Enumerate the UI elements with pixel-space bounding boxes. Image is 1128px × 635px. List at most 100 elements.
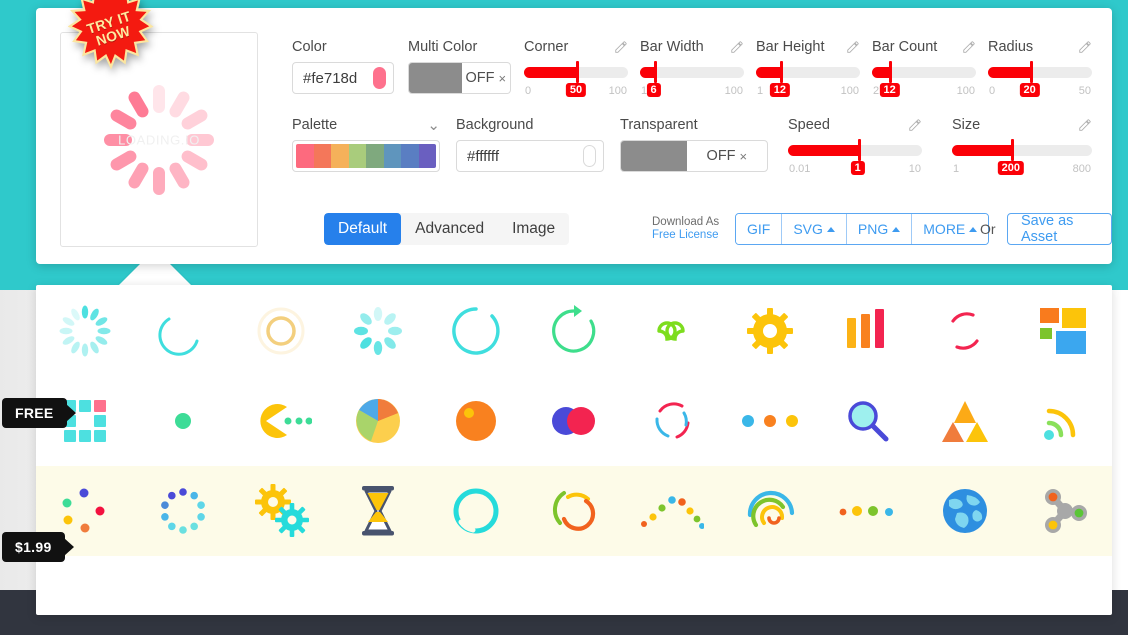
palette-color[interactable] [348,144,366,168]
gallery-item-fidget-spinner-icon[interactable] [1014,466,1112,556]
gallery-item-pie-chart-icon[interactable] [329,376,427,466]
pencil-icon[interactable] [846,40,860,54]
bar-count-handle[interactable] [888,61,892,83]
bar-count-slider[interactable] [872,61,976,83]
multi-color-knob[interactable] [409,63,462,93]
bar-height-min: 1 [757,85,764,97]
download-format-buttons[interactable]: GIF SVG PNG MORE [735,213,990,245]
tab-image[interactable]: Image [498,213,569,245]
gallery-item-two-gears-icon[interactable] [232,466,330,556]
bar-height-label: Bar Height [756,39,825,55]
gallery-item-double-ring-icon[interactable] [232,286,330,376]
size-fill [952,145,1011,156]
download-svg-button[interactable]: SVG [782,214,847,244]
gallery-item-dual-dashed-ring-icon[interactable] [623,376,721,466]
gallery-item-split-ring-icon[interactable] [916,286,1014,376]
gallery-item-gear-icon[interactable] [721,286,819,376]
bar-width-handle[interactable] [653,61,657,83]
price-tag: $1.99 [2,532,74,562]
mode-tabs[interactable]: Default Advanced Image [324,213,570,245]
gallery-item-orange-ball-icon[interactable] [427,376,525,466]
gallery-item-single-dot-icon[interactable] [134,376,232,466]
gallery-item-infinity-icon[interactable] [623,286,721,376]
background-swatch[interactable] [583,145,596,167]
gallery-item-bar-chart-icon[interactable] [819,286,917,376]
bar-height-handle[interactable] [779,61,783,83]
bar-count-fill [872,67,889,78]
background-input[interactable]: #ffffff [456,140,604,172]
gallery-item-dotted-ring-icon[interactable] [134,466,232,556]
caret-up-icon [826,226,835,232]
corner-slider[interactable] [524,61,628,83]
gallery-item-triangles-icon[interactable] [916,376,1014,466]
gallery-item-cyan-ring-icon[interactable] [427,466,525,556]
transparent-knob[interactable] [621,141,687,171]
gallery-item-dot-arch-icon[interactable] [623,466,721,556]
palette-color[interactable] [383,144,401,168]
bar-count-value: 12 [879,83,900,97]
bar-width-slider[interactable] [640,61,744,83]
download-button-label: PNG [857,221,889,237]
gallery-item-squares-grid-icon[interactable] [1014,286,1112,376]
bar-width-value: 6 [646,83,661,97]
gallery-item-two-circles-icon[interactable] [525,376,623,466]
pencil-icon[interactable] [908,118,922,132]
radius-fill [988,67,1030,78]
gallery-item-four-dots-icon[interactable] [819,466,917,556]
gallery-item-nested-arcs-icon[interactable] [721,466,819,556]
tab-advanced[interactable]: Advanced [401,213,498,245]
pencil-icon[interactable] [962,40,976,54]
try-it-now-badge[interactable]: TRY IT NOW [67,0,154,72]
gallery-item-spinner-petals-icon[interactable] [36,286,134,376]
palette-color[interactable] [366,144,384,168]
free-license-link[interactable]: Free License [652,229,719,242]
download-png-button[interactable]: PNG [846,214,913,244]
download-more-button[interactable]: MORE [912,214,989,244]
speed-slider[interactable] [788,139,922,161]
palette-color[interactable] [313,144,331,168]
color-label: Color [292,39,327,55]
control-bar-width: Bar Width 1 6 100 [640,38,744,101]
radius-slider[interactable] [988,61,1092,83]
size-max: 800 [1072,163,1091,175]
speed-handle[interactable] [857,139,861,161]
gallery-item-crescent-arc-icon[interactable] [134,286,232,376]
gallery-item-three-dots-icon[interactable] [721,376,819,466]
pencil-icon[interactable] [1078,118,1092,132]
pencil-icon[interactable] [614,40,628,54]
gallery-item-reload-arrow-icon[interactable] [525,286,623,376]
palette-swatches[interactable] [292,140,440,172]
multi-color-toggle[interactable]: OFF × [408,62,511,94]
gallery-item-petal-spinner-icon[interactable] [329,286,427,376]
speed-value: 1 [850,161,865,175]
color-value: #fe718d [303,69,358,87]
gallery-item-pacman-icon[interactable] [232,376,330,466]
chevron-down-icon[interactable]: ⌄ [427,118,440,133]
control-size: Size 1 200 800 [952,116,1092,179]
corner-handle[interactable] [576,61,579,83]
control-transparent: Transparent OFF × [620,116,768,172]
size-handle[interactable] [1010,139,1014,161]
size-slider[interactable] [952,139,1092,161]
gallery-item-globe-icon[interactable] [916,466,1014,556]
save-as-asset-button[interactable]: Save as Asset [1007,213,1112,245]
gallery-item-ring-arc-icon[interactable] [427,286,525,376]
gallery-item-hourglass-icon[interactable] [329,466,427,556]
radius-handle[interactable] [1029,61,1033,83]
palette-color[interactable] [296,144,314,168]
transparent-toggle[interactable]: OFF × [620,140,768,172]
color-input[interactable]: #fe718d [292,62,394,94]
gallery-item-wifi-signal-icon[interactable] [1014,376,1112,466]
gallery-item-magnifier-icon[interactable] [819,376,917,466]
palette-color[interactable] [331,144,349,168]
tab-default[interactable]: Default [324,213,402,245]
pencil-icon[interactable] [1078,40,1092,54]
bar-count-max: 100 [956,85,975,97]
pencil-icon[interactable] [730,40,744,54]
palette-color[interactable] [401,144,419,168]
gallery-item-multi-arc-spinner-icon[interactable] [525,466,623,556]
palette-color[interactable] [418,144,436,168]
bar-height-slider[interactable] [756,61,860,83]
download-gif-button[interactable]: GIF [736,214,783,244]
color-swatch[interactable] [373,67,386,89]
